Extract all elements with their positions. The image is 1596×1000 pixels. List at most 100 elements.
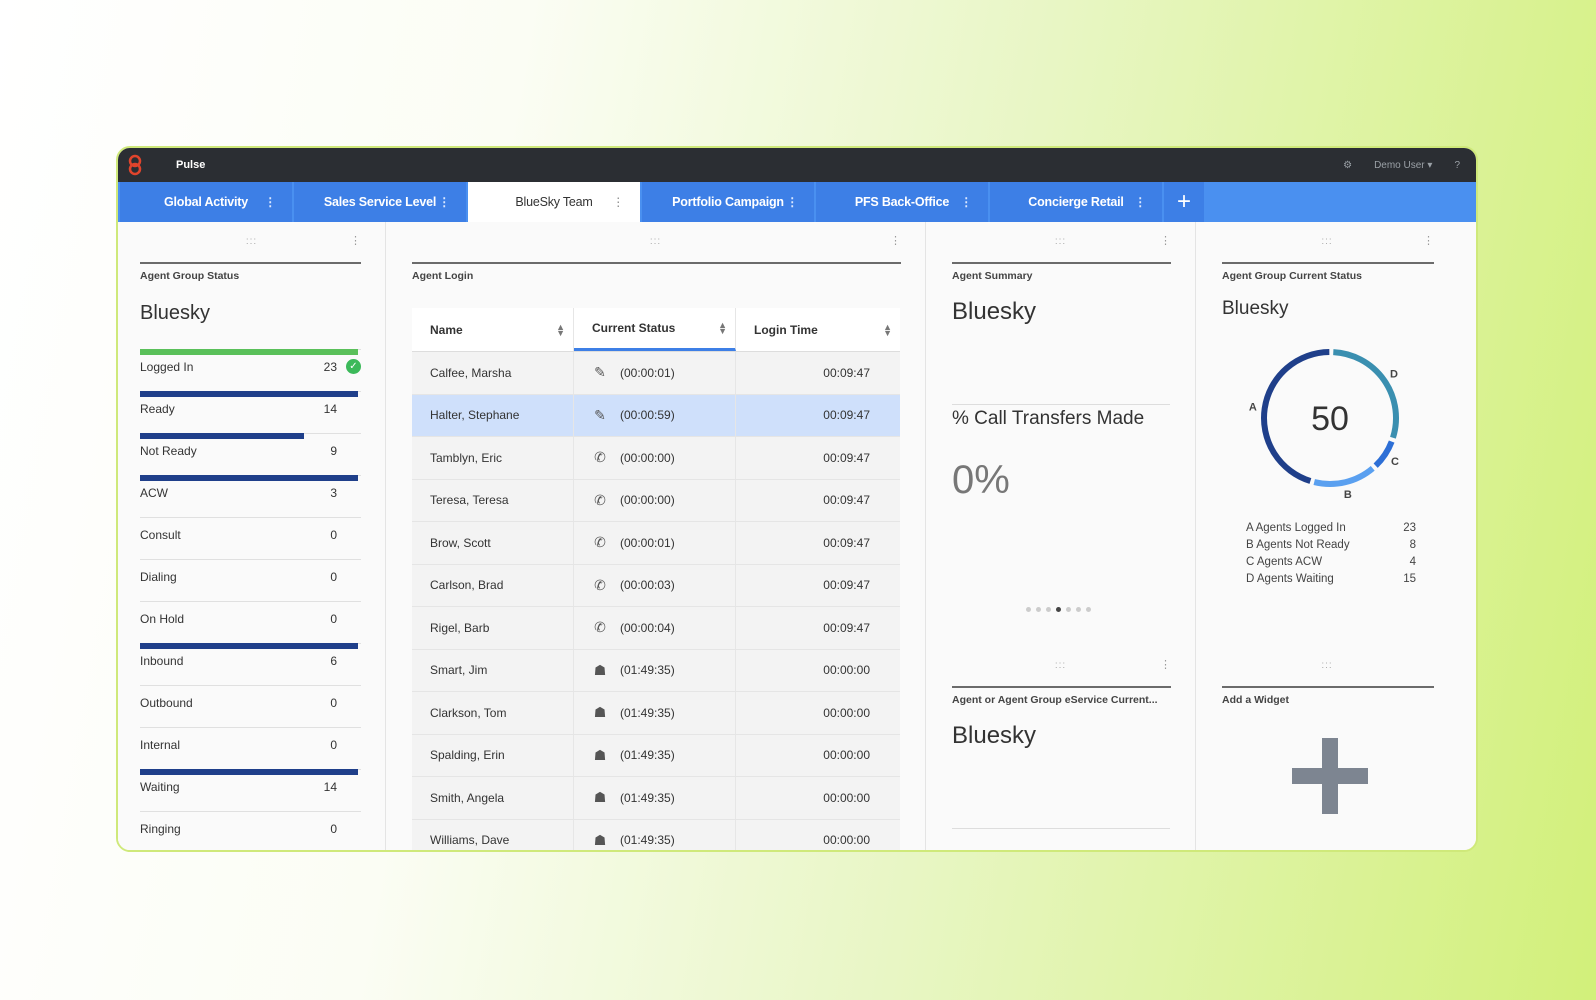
page-dot[interactable] <box>1046 607 1051 612</box>
phone-icon: ✆ <box>594 491 606 508</box>
widget-header: Agent Group Status <box>140 262 361 282</box>
legend-key: A <box>1246 522 1254 534</box>
drag-handle-icon[interactable]: ::: <box>650 236 661 247</box>
agent-name: Halter, Stephane <box>412 394 574 436</box>
tab-concierge-retail[interactable]: Concierge Retail ⋮ <box>990 182 1162 222</box>
donut-label-a: A <box>1249 402 1257 414</box>
legend-item: B Agents Not Ready 8 <box>1246 539 1416 556</box>
status-label: Dialing <box>140 570 177 584</box>
page-dot[interactable] <box>1086 607 1091 612</box>
table-row[interactable]: Brow, Scott ✆ (00:00:01) 00:09:47 <box>412 522 900 565</box>
check-icon: ✓ <box>346 359 361 374</box>
legend-text: Agents ACW <box>1256 556 1323 568</box>
table-row[interactable]: Rigel, Barb ✆ (00:00:04) 00:09:47 <box>412 607 900 650</box>
sort-icon[interactable]: ▲ ▼ <box>883 322 892 337</box>
tab-menu-icon[interactable]: ⋮ <box>960 195 972 209</box>
tab-menu-icon[interactable]: ⋮ <box>1134 195 1146 209</box>
drag-handle-icon[interactable]: ::: <box>1321 236 1332 247</box>
status-row: ACW 3 <box>140 475 361 517</box>
agent-summary-widget: ::: ⋮ Agent Summary Bluesky % Call Trans… <box>926 222 1196 646</box>
status-row: Not Ready 9 <box>140 433 361 475</box>
tab-label: Concierge Retail <box>1028 195 1124 209</box>
divider <box>952 404 1170 405</box>
phone-icon: ✆ <box>594 534 606 551</box>
column-header[interactable]: Current Status ▲ ▼ <box>574 308 736 351</box>
table-row[interactable]: Calfee, Marsha ✎ (00:00:01) 00:09:47 <box>412 352 900 395</box>
add-tab-button[interactable]: + <box>1164 182 1204 222</box>
widget-menu-icon[interactable]: ⋮ <box>890 234 901 247</box>
add-widget-plus-icon[interactable] <box>1290 736 1370 816</box>
table-row[interactable]: Spalding, Erin ☗ (01:49:35) 00:00:00 <box>412 734 900 777</box>
donut-total: 50 <box>1311 400 1349 438</box>
sort-icon[interactable]: ▲ ▼ <box>718 321 727 336</box>
status-bar <box>140 769 358 775</box>
table-row[interactable]: Halter, Stephane ✎ (00:00:59) 00:09:47 <box>412 394 900 437</box>
widget-menu-icon[interactable]: ⋮ <box>1160 234 1171 247</box>
genesys-logo-icon <box>128 154 142 176</box>
agent-icon: ☗ <box>593 789 607 806</box>
drag-handle-icon[interactable]: ::: <box>1055 236 1066 247</box>
tab-menu-icon[interactable]: ⋮ <box>438 195 450 209</box>
legend-label: A Agents Logged In <box>1246 522 1346 539</box>
page-dot[interactable] <box>1066 607 1071 612</box>
tab-label: Sales Service Level <box>323 195 437 209</box>
pagination-dots[interactable] <box>1026 607 1091 612</box>
page-dot[interactable] <box>1026 607 1031 612</box>
status-label: Waiting <box>140 780 180 794</box>
donut-label-c: C <box>1391 456 1399 468</box>
login-time: 00:09:47 <box>823 408 870 423</box>
user-menu[interactable]: Demo User ▾ <box>1374 160 1432 171</box>
legend-text: Agents Not Ready <box>1256 539 1350 551</box>
status-row: Logged In 23 ✓ <box>140 349 361 391</box>
widget-menu-icon[interactable]: ⋮ <box>350 234 361 247</box>
tab-menu-icon[interactable]: ⋮ <box>786 195 798 209</box>
agent-status-cell: ✆ (00:00:00) <box>574 437 736 479</box>
login-time: 00:09:47 <box>823 535 870 550</box>
agent-group-current-status-widget: ::: ⋮ Agent Group Current Status Bluesky… <box>1196 222 1458 646</box>
table-row[interactable]: Williams, Dave ☗ (01:49:35) 00:00:00 <box>412 819 900 850</box>
drag-handle-icon[interactable]: ::: <box>246 236 257 247</box>
page-dot[interactable] <box>1076 607 1081 612</box>
dashboard-content: ::: ⋮ Agent Group Status Bluesky Logged … <box>118 222 1476 850</box>
status-duration: (01:49:35) <box>620 833 675 848</box>
legend-item: D Agents Waiting 15 <box>1246 573 1416 590</box>
table-row[interactable]: Carlson, Brad ✆ (00:00:03) 00:09:47 <box>412 564 900 607</box>
table-row[interactable]: Tamblyn, Eric ✆ (00:00:00) 00:09:47 <box>412 437 900 480</box>
settings-icon[interactable]: ⚙ <box>1343 160 1352 171</box>
page-dot[interactable] <box>1036 607 1041 612</box>
tab-pfs-back-office[interactable]: PFS Back-Office ⋮ <box>816 182 988 222</box>
widget-menu-icon[interactable]: ⋮ <box>1423 234 1434 247</box>
column-header[interactable]: Login Time ▲ ▼ <box>736 308 900 351</box>
edit-icon: ✎ <box>594 364 606 381</box>
table-row[interactable]: Teresa, Teresa ✆ (00:00:00) 00:09:47 <box>412 479 900 522</box>
column-header[interactable]: Name ▲ ▼ <box>412 308 574 351</box>
tab-bluesky-team[interactable]: BlueSky Team ⋮ <box>468 182 640 222</box>
tab-sales-service-level[interactable]: Sales Service Level ⋮ <box>294 182 466 222</box>
status-value: 0 <box>330 696 337 710</box>
drag-handle-icon[interactable]: ::: <box>1055 660 1066 671</box>
table-row[interactable]: Smith, Angela ☗ (01:49:35) 00:00:00 <box>412 777 900 820</box>
status-value: 14 <box>323 402 337 416</box>
table-row[interactable]: Clarkson, Tom ☗ (01:49:35) 00:00:00 <box>412 692 900 735</box>
agent-name: Teresa, Teresa <box>412 479 574 521</box>
edit-icon: ✎ <box>594 406 606 423</box>
login-time: 00:09:47 <box>823 365 870 380</box>
tab-global-activity[interactable]: Global Activity ⋮ <box>120 182 292 222</box>
phone-icon: ✆ <box>594 619 606 636</box>
page-dot[interactable] <box>1056 607 1061 612</box>
sort-icon[interactable]: ▲ ▼ <box>556 322 565 337</box>
status-bar <box>140 475 358 481</box>
tab-portfolio-campaign[interactable]: Portfolio Campaign ⋮ <box>642 182 814 222</box>
add-widget-panel: ::: Add a Widget <box>1196 646 1458 850</box>
help-icon[interactable]: ? <box>1454 160 1460 171</box>
agent-status-cell: ☗ (01:49:35) <box>574 777 736 819</box>
widget-header: Agent Login <box>412 262 901 282</box>
status-bar <box>140 391 358 397</box>
tab-menu-icon[interactable]: ⋮ <box>264 195 276 209</box>
tab-menu-icon[interactable]: ⋮ <box>612 195 624 209</box>
drag-handle-icon[interactable]: ::: <box>1321 660 1332 671</box>
agent-status-cell: ☗ (01:49:35) <box>574 692 736 734</box>
table-row[interactable]: Smart, Jim ☗ (01:49:35) 00:00:00 <box>412 649 900 692</box>
widget-menu-icon[interactable]: ⋮ <box>1160 658 1171 671</box>
agent-status-cell: ☗ (01:49:35) <box>574 819 736 850</box>
